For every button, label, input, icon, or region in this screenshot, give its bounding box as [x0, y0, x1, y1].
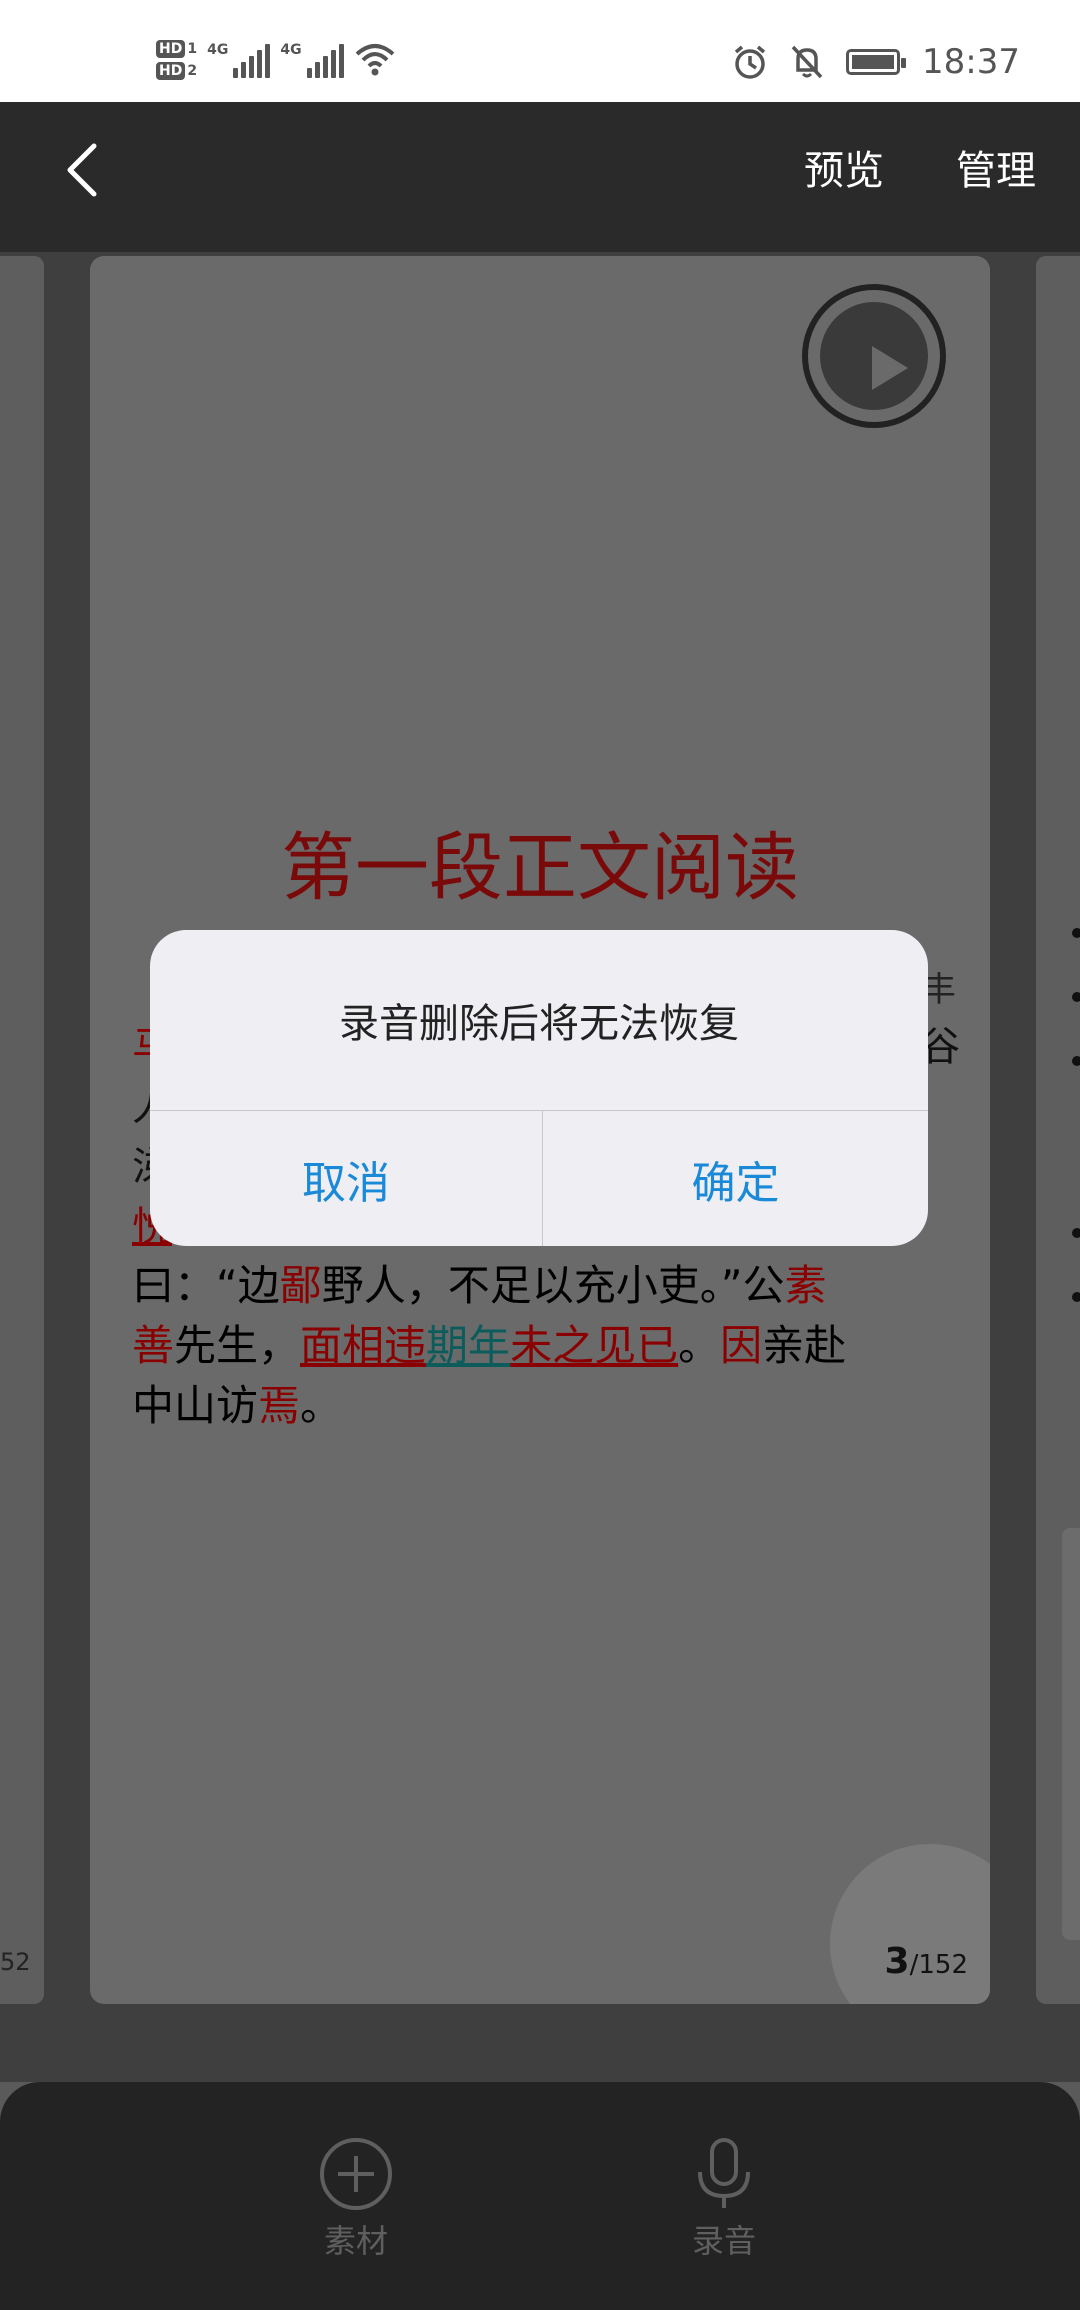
text-line: 曰：“边鄙野人，不足以充小吏。”公素 [132, 1256, 962, 1316]
record-label: 录音 [691, 2222, 756, 2260]
text-line: 善先生，面相违期年未之见已。因亲赴 [132, 1316, 962, 1376]
preview-button[interactable]: 预览 [804, 138, 884, 196]
alarm-icon [734, 45, 766, 79]
network-type-1: 4G [207, 42, 229, 58]
text-span: 焉 [258, 1381, 301, 1430]
page-indicator: 3/152 [885, 1941, 968, 1982]
page-total: /152 [909, 1950, 968, 1980]
plus-circle-icon [320, 2138, 392, 2210]
microphone-icon [698, 2138, 750, 2208]
status-left: HD 1 HD 2 4G 4G [156, 30, 396, 90]
hd1-label: HD [156, 40, 186, 58]
confirm-button[interactable]: 确定 [543, 1111, 928, 1246]
text-span: 善 [132, 1321, 175, 1370]
play-button[interactable] [802, 284, 946, 428]
hd2-sub: 2 [187, 63, 198, 79]
slide-body-text: 曰：“边鄙野人，不足以充小吏。”公素 善先生，面相违期年未之见已。因亲赴 中山访… [132, 1256, 962, 1436]
bullet-dot [1072, 1056, 1080, 1066]
material-button[interactable]: 素材 [286, 2136, 426, 2262]
bullet-dot [1072, 1292, 1080, 1302]
hd1-sub: 1 [187, 41, 198, 57]
bell-off-icon [791, 45, 823, 79]
signal-icon-2: 4G [280, 42, 344, 78]
slide-title: 第一段正文阅读 [281, 825, 799, 911]
text-span: 。 [300, 1381, 343, 1430]
text-span: 中山访 [132, 1381, 259, 1430]
cancel-button[interactable]: 取消 [150, 1111, 542, 1246]
prev-slide-card[interactable] [0, 256, 44, 2004]
chevron-left-icon[interactable] [58, 140, 108, 200]
prev-slide-page: 52 [0, 1948, 31, 1976]
text-span: 。 [678, 1321, 721, 1370]
text-span: 因 [720, 1321, 763, 1370]
text-span: 未之见已 [510, 1321, 679, 1370]
manage-button[interactable]: 管理 [956, 138, 1036, 196]
hd-icon: HD 1 HD 2 [156, 40, 197, 80]
wifi-icon [355, 44, 394, 76]
material-label: 素材 [323, 2222, 388, 2260]
text-span: 先生， [174, 1321, 301, 1370]
text-span: 曰：“边 [132, 1261, 280, 1310]
text-line: 中山访焉。 [132, 1376, 962, 1436]
confirm-dialog: 录音删除后将无法恢复 取消 确定 [150, 930, 928, 1246]
text-span: 鄙 [279, 1261, 322, 1310]
text-span: 野人，不足以充小吏。”公 [321, 1261, 785, 1310]
status-bar: HD 1 HD 2 4G 4G 18:37 [0, 0, 1080, 102]
bullet-dot [1072, 992, 1080, 1002]
dialog-message: 录音删除后将无法恢复 [339, 1001, 739, 1047]
nav-bar: 预览 管理 [0, 102, 1080, 252]
text-span: 面相违 [300, 1321, 427, 1370]
text-span: 期年 [426, 1321, 511, 1370]
scrollbar[interactable] [1062, 1528, 1080, 1940]
hd2-label: HD [156, 62, 186, 80]
record-button[interactable]: 录音 [654, 2136, 794, 2262]
status-right: 18:37 [732, 34, 1020, 90]
bullet-dot [1072, 928, 1080, 938]
text-span: 素 [784, 1261, 827, 1310]
bottom-toolbar: 素材 录音 [0, 2082, 1080, 2310]
clock: 18:37 [922, 42, 1020, 82]
text-span: 亲赴 [762, 1321, 847, 1370]
bullet-dot [1072, 1228, 1080, 1238]
network-type-2: 4G [280, 42, 302, 58]
page-current: 3 [884, 1941, 910, 1982]
signal-icon: 4G [207, 42, 271, 78]
battery-icon [846, 49, 907, 75]
play-icon [872, 346, 908, 390]
